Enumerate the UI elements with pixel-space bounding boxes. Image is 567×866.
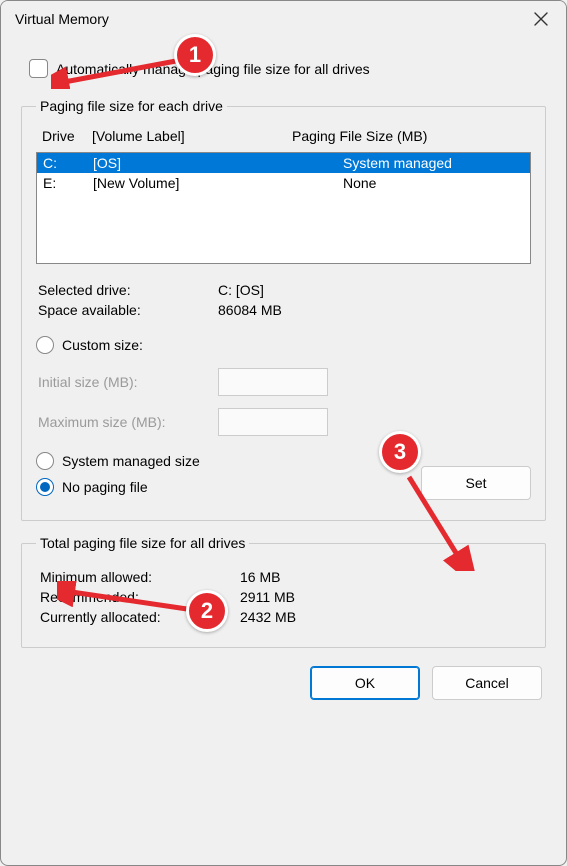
- maximum-size-input[interactable]: [218, 408, 328, 436]
- dialog-content: Automatically manage paging file size fo…: [1, 37, 566, 718]
- ok-button[interactable]: OK: [310, 666, 420, 700]
- drive-paging-size: None: [333, 175, 524, 191]
- dialog-footer: OK Cancel: [21, 662, 546, 700]
- drive-table: C: [OS] System managed E: [New Volume] N…: [36, 152, 531, 264]
- drive-volume-label: [New Volume]: [93, 175, 333, 191]
- minimum-allowed-value: 16 MB: [240, 569, 527, 585]
- window-title: Virtual Memory: [15, 11, 516, 27]
- space-available-value: 86084 MB: [218, 302, 531, 318]
- custom-size-radio[interactable]: [36, 336, 54, 354]
- totals-legend: Total paging file size for all drives: [36, 535, 249, 551]
- drive-row[interactable]: C: [OS] System managed: [37, 153, 530, 173]
- space-available-label: Space available:: [38, 302, 218, 318]
- system-managed-radio[interactable]: [36, 452, 54, 470]
- no-paging-label: No paging file: [62, 479, 148, 495]
- drives-group: Paging file size for each drive Drive [V…: [21, 98, 546, 521]
- selected-drive-label: Selected drive:: [38, 282, 218, 298]
- drive-rows[interactable]: C: [OS] System managed E: [New Volume] N…: [37, 153, 530, 263]
- selected-drive-info: Selected drive: C: [OS] Space available:…: [38, 280, 531, 320]
- annotation-badge-1: 1: [174, 34, 216, 76]
- drives-legend: Paging file size for each drive: [36, 98, 227, 114]
- header-volume-label: [Volume Label]: [92, 128, 292, 144]
- annotation-badge-3: 3: [379, 431, 421, 473]
- auto-manage-checkbox[interactable]: [29, 59, 48, 78]
- drive-paging-size: System managed: [333, 155, 524, 171]
- header-drive: Drive: [42, 128, 92, 144]
- initial-size-input[interactable]: [218, 368, 328, 396]
- maximum-size-label: Maximum size (MB):: [38, 414, 218, 430]
- recommended-value: 2911 MB: [240, 589, 527, 605]
- drive-letter: C:: [43, 155, 93, 171]
- set-button[interactable]: Set: [421, 466, 531, 500]
- minimum-allowed-label: Minimum allowed:: [40, 569, 240, 585]
- drive-table-header: Drive [Volume Label] Paging File Size (M…: [36, 124, 531, 148]
- initial-size-label: Initial size (MB):: [38, 374, 218, 390]
- totals-group: Total paging file size for all drives Mi…: [21, 535, 546, 648]
- virtual-memory-dialog: Virtual Memory Automatically manage pagi…: [0, 0, 567, 866]
- system-managed-label: System managed size: [62, 453, 200, 469]
- titlebar: Virtual Memory: [1, 1, 566, 37]
- drive-row[interactable]: E: [New Volume] None: [37, 173, 530, 193]
- drive-letter: E:: [43, 175, 93, 191]
- currently-allocated-value: 2432 MB: [240, 609, 527, 625]
- annotation-badge-2: 2: [186, 590, 228, 632]
- auto-manage-row: Automatically manage paging file size fo…: [21, 45, 546, 92]
- size-inputs: Initial size (MB): Maximum size (MB):: [38, 362, 531, 442]
- header-paging-size: Paging File Size (MB): [292, 128, 525, 144]
- cancel-button[interactable]: Cancel: [432, 666, 542, 700]
- selected-drive-value: C: [OS]: [218, 282, 531, 298]
- custom-size-label: Custom size:: [62, 337, 143, 353]
- custom-size-row: Custom size:: [36, 332, 531, 358]
- close-button[interactable]: [516, 1, 566, 37]
- close-icon: [534, 12, 548, 26]
- drive-volume-label: [OS]: [93, 155, 333, 171]
- no-paging-radio[interactable]: [36, 478, 54, 496]
